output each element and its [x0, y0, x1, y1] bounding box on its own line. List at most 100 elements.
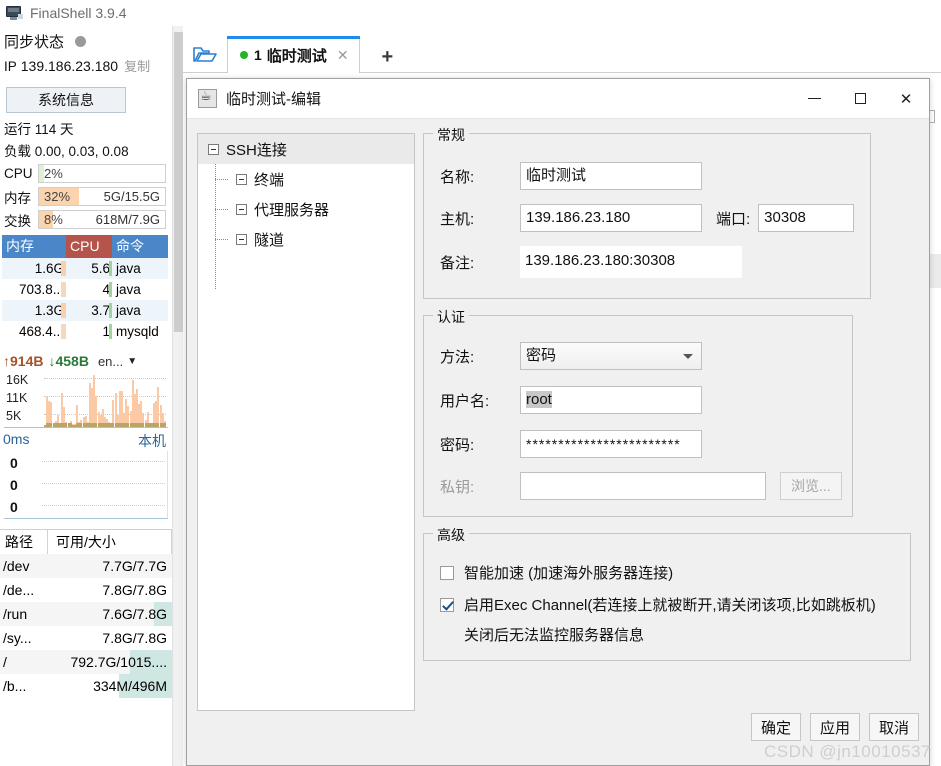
process-memory: 1.6G	[34, 261, 64, 276]
meter-cpu-bar: 2%	[38, 164, 166, 183]
username-value: root	[526, 391, 552, 408]
table-row[interactable]: 703.8... 4 java	[2, 279, 168, 300]
tree-item-proxy-server[interactable]: 代理服务器	[198, 194, 414, 224]
auth-group-title: 认证	[433, 307, 469, 327]
tab-index: 1	[254, 47, 262, 63]
meter-cpu-percent: 2%	[44, 166, 63, 181]
meter-swap: 交换 8% 618M/7.9G	[0, 209, 172, 230]
disk-path: /sy...	[3, 630, 32, 646]
tree-item-label: 终端	[254, 171, 285, 189]
sidebar-scrollbar-thumb[interactable]	[174, 32, 183, 332]
open-folder-icon[interactable]	[183, 35, 227, 73]
username-field-row: 用户名: root	[440, 386, 702, 414]
password-input[interactable]: ************************	[520, 430, 702, 458]
apply-button[interactable]: 应用	[809, 713, 860, 741]
tab-临时测试[interactable]: 1 临时测试 ✕	[227, 36, 360, 73]
list-item[interactable]: /sy... 7.8G/7.8G	[0, 626, 172, 650]
close-icon[interactable]: ✕	[883, 79, 929, 119]
tree-item-tunnel[interactable]: 隧道	[198, 224, 414, 254]
tree-item-terminal[interactable]: 终端	[198, 164, 414, 194]
disk-size: 7.6G/7.8G	[48, 602, 172, 626]
list-item[interactable]: /run 7.6G/7.8G	[0, 602, 172, 626]
network-y-5k: 5K	[6, 409, 22, 423]
network-upload: ↑914B	[3, 353, 44, 369]
exec-channel-checkbox[interactable]	[440, 597, 454, 612]
tree-item-ssh-connection[interactable]: SSH连接	[198, 134, 414, 164]
collapse-toggle-icon[interactable]	[236, 203, 247, 215]
meter-memory-percent: 32%	[44, 189, 71, 204]
tree-item-label: 隧道	[254, 231, 285, 249]
list-item[interactable]: /dev 7.7G/7.7G	[0, 554, 172, 578]
host-input[interactable]: 139.186.23.180	[520, 204, 702, 232]
table-row[interactable]: 1.6G 5.6 java	[2, 258, 168, 279]
close-icon[interactable]: ✕	[337, 47, 349, 64]
port-label: 端口:	[716, 210, 751, 228]
sync-status-label: 同步状态	[4, 33, 65, 51]
copy-ip-button[interactable]: 复制	[124, 56, 150, 75]
table-row[interactable]: 1.3G 3.7 java	[2, 300, 168, 321]
sync-status-row: 同步状态	[0, 26, 172, 56]
smart-accel-checkbox[interactable]	[440, 565, 454, 580]
cancel-button[interactable]: 取消	[868, 713, 919, 741]
advanced-group-title: 高级	[433, 525, 469, 545]
smart-accel-checkbox-row[interactable]: 智能加速 (加速海外服务器连接)	[440, 562, 673, 583]
method-select[interactable]: 密码	[520, 342, 702, 370]
name-input[interactable]: 临时测试	[520, 162, 702, 190]
sidebar-scrollbar[interactable]	[172, 26, 183, 766]
list-item[interactable]: /de... 7.8G/7.8G	[0, 578, 172, 602]
network-chart-labels: 16K 11K 5K	[6, 372, 28, 426]
privatekey-label: 私钥:	[440, 478, 475, 496]
table-row[interactable]: 468.4... 1 mysqld	[2, 321, 168, 342]
ip-value: 139.186.23.180	[20, 58, 119, 74]
ip-row: IP 139.186.23.180 复制	[0, 56, 172, 82]
tabbar: 1 临时测试 ✕ +	[183, 35, 941, 73]
ok-button[interactable]: 确定	[750, 713, 801, 741]
list-item[interactable]: / 792.7G/1015....	[0, 650, 172, 674]
username-input[interactable]: root	[520, 386, 702, 414]
exec-channel-note: 关闭后无法监控服务器信息	[464, 624, 644, 645]
note-field-row: 备注: 139.186.23.180:30308	[440, 246, 742, 278]
system-info-button[interactable]: 系统信息	[6, 87, 126, 113]
disk-size: 7.7G/7.7G	[102, 558, 167, 574]
meter-memory-bar: 32% 5G/15.5G	[38, 187, 166, 206]
ping-chart: 0 0 0	[4, 451, 168, 519]
ping-chart-labels: 0 0 0	[10, 453, 18, 519]
exec-channel-checkbox-row[interactable]: 启用Exec Channel(若连接上就被断开,请关闭该项,比如跳板机)	[440, 594, 876, 615]
process-col-cpu[interactable]: CPU	[66, 235, 112, 258]
network-y-11k: 11K	[6, 391, 28, 405]
process-col-command[interactable]: 命令	[112, 235, 168, 258]
plus-icon[interactable]: +	[374, 46, 402, 73]
ping-target: 本机	[138, 433, 166, 449]
ping-y-0-b: 0	[10, 477, 18, 493]
meter-swap-label: 交换	[4, 213, 31, 229]
note-input[interactable]: 139.186.23.180:30308	[520, 246, 742, 278]
disk-path: /b...	[3, 678, 27, 694]
meter-memory-label: 内存	[4, 190, 31, 206]
process-col-memory[interactable]: 内存	[2, 235, 66, 258]
meter-memory: 内存 32% 5G/15.5G	[0, 186, 172, 207]
collapse-toggle-icon[interactable]	[236, 173, 247, 185]
minimize-icon[interactable]	[791, 79, 837, 119]
process-command: java	[116, 282, 141, 297]
meter-swap-abs: 618M/7.9G	[95, 212, 160, 227]
disk-col-path[interactable]: 路径	[0, 530, 48, 554]
chevron-down-icon[interactable]: ▼	[127, 356, 137, 367]
browse-button[interactable]: 浏览...	[780, 472, 842, 500]
disk-col-size[interactable]: 可用/大小	[48, 530, 172, 554]
maximize-icon[interactable]	[837, 79, 883, 119]
port-input[interactable]: 30308	[758, 204, 855, 232]
network-y-16k: 16K	[6, 373, 29, 387]
uptime-label: 运行 114 天	[4, 122, 74, 137]
list-item[interactable]: /b... 334M/496M	[0, 674, 172, 698]
privatekey-field-row: 私钥: 浏览...	[440, 472, 842, 500]
process-cpu: 3.7	[91, 303, 110, 318]
privatekey-input[interactable]	[520, 472, 766, 500]
process-table: 内存 CPU 命令 1.6G 5.6 java 703.8... 4 java …	[2, 235, 168, 342]
process-memory: 703.8...	[18, 282, 64, 297]
meter-memory-abs: 5G/15.5G	[103, 189, 160, 204]
password-field-row: 密码: ************************	[440, 430, 702, 458]
note-label: 备注:	[440, 254, 475, 272]
collapse-toggle-icon[interactable]	[208, 143, 219, 155]
network-interface[interactable]: en...	[98, 354, 123, 369]
collapse-toggle-icon[interactable]	[236, 233, 247, 245]
